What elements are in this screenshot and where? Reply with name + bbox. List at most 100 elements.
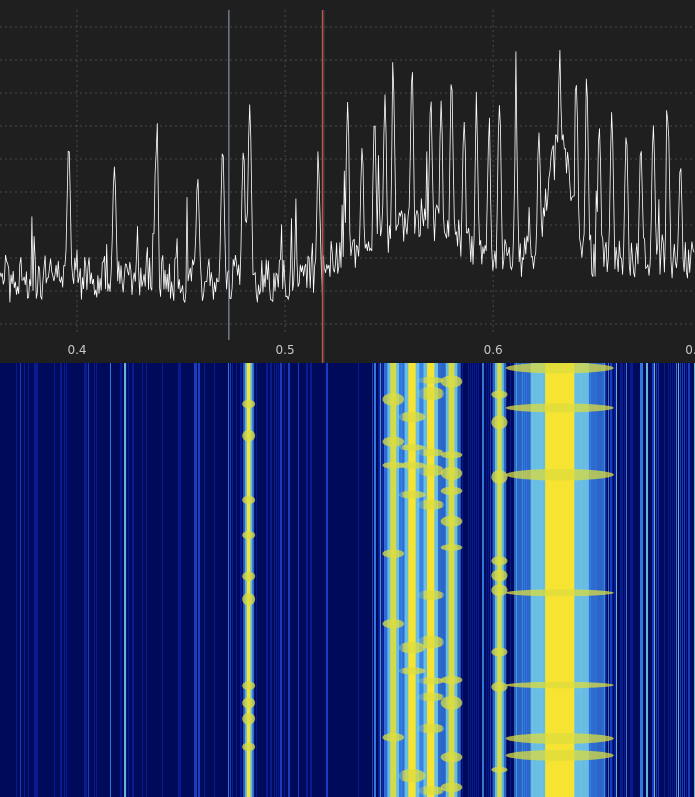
waterfall-line — [674, 363, 675, 797]
signal-blob — [242, 681, 256, 691]
waterfall-line — [142, 363, 143, 797]
signal-blob — [242, 531, 256, 540]
signal-blob — [505, 681, 614, 689]
waterfall-line — [614, 363, 616, 797]
waterfall-line — [682, 363, 683, 797]
waterfall-line — [180, 363, 181, 797]
waterfall-line — [652, 363, 654, 797]
waterfall-line — [178, 363, 180, 797]
waterfall-line — [28, 363, 29, 797]
waterfall-line — [462, 363, 463, 797]
waterfall-line — [688, 363, 690, 797]
signal-blob — [398, 667, 426, 675]
waterfall-line — [214, 363, 215, 797]
waterfall-line — [94, 363, 95, 797]
waterfall-line — [358, 363, 359, 797]
waterfall-line — [66, 363, 67, 797]
signal-blob — [242, 571, 256, 581]
waterfall-line — [620, 363, 622, 797]
waterfall-line — [230, 363, 231, 797]
waterfall-line — [306, 363, 308, 797]
tick-label: 0.4 — [67, 343, 87, 357]
waterfall-line — [110, 363, 111, 797]
signal-blob — [440, 451, 463, 459]
waterfall-line — [198, 363, 200, 797]
waterfall-line — [374, 363, 376, 797]
signal-blob — [491, 584, 508, 597]
waterfall-line — [194, 363, 196, 797]
waterfall-line — [606, 363, 607, 797]
signal-blob — [398, 411, 426, 423]
signal-blob — [382, 461, 405, 469]
waterfall-display[interactable] — [0, 363, 695, 797]
fft-spectrum-plot[interactable]: 0.4 0.5 0.6 0. — [0, 0, 695, 363]
waterfall-line — [608, 363, 609, 797]
waterfall-line — [326, 363, 328, 797]
waterfall-line — [204, 363, 205, 797]
waterfall-line — [280, 363, 282, 797]
signal-blob — [382, 436, 405, 447]
tick-label: 0.6 — [483, 343, 503, 357]
waterfall-line — [490, 363, 491, 797]
waterfall-line — [646, 363, 648, 797]
waterfall-line — [470, 363, 471, 797]
waterfall-line — [120, 363, 122, 797]
fft-plot-canvas[interactable] — [0, 0, 695, 363]
signal-blob — [440, 515, 463, 527]
signal-blob — [382, 392, 405, 406]
sdr-spectrum-window: 0.4 0.5 0.6 0. — [0, 0, 695, 797]
waterfall-line — [256, 363, 257, 797]
waterfall-line — [240, 363, 242, 797]
signal-core — [545, 363, 575, 797]
waterfall-line — [84, 363, 86, 797]
waterfall-line — [196, 363, 197, 797]
waterfall-line — [468, 363, 469, 797]
waterfall-line — [298, 363, 299, 797]
waterfall-line — [288, 363, 290, 797]
waterfall-line — [680, 363, 681, 797]
signal-blob — [398, 641, 426, 654]
tick-label: 0. — [685, 343, 695, 357]
tick-label: 0.5 — [275, 343, 295, 357]
waterfall-canvas[interactable] — [0, 363, 695, 797]
signal-blob — [491, 681, 508, 692]
waterfall-line — [64, 363, 65, 797]
waterfall-line — [616, 363, 617, 797]
waterfall-line — [278, 363, 279, 797]
waterfall-line — [488, 363, 489, 797]
waterfall-line — [128, 363, 129, 797]
signal-blob — [242, 399, 256, 409]
waterfall-line — [232, 363, 233, 797]
waterfall-line — [668, 363, 669, 797]
waterfall-line — [266, 363, 268, 797]
waterfall-line — [88, 363, 89, 797]
waterfall-line — [678, 363, 679, 797]
waterfall-line — [236, 363, 237, 797]
signal-blob — [440, 466, 463, 480]
waterfall-line — [16, 363, 17, 797]
waterfall-line — [36, 363, 38, 797]
waterfall-line — [676, 363, 677, 797]
signal-blob — [242, 697, 256, 709]
waterfall-line — [146, 363, 147, 797]
waterfall-line — [632, 363, 633, 797]
waterfall-line — [162, 363, 163, 797]
waterfall-line — [478, 363, 479, 797]
waterfall-line — [310, 363, 312, 797]
signal-blob — [505, 363, 614, 374]
signal-blob — [440, 375, 463, 388]
spectrum-trace — [0, 49, 695, 303]
waterfall-line — [96, 363, 97, 797]
waterfall-line — [664, 363, 665, 797]
signal-blob — [382, 619, 405, 629]
waterfall-line — [486, 363, 487, 797]
waterfall-line — [274, 363, 275, 797]
waterfall-line — [124, 363, 126, 797]
signal-blob — [440, 486, 463, 496]
signal-blob — [491, 766, 508, 773]
waterfall-line — [472, 363, 473, 797]
signal-blob — [505, 403, 614, 413]
signal-blob — [505, 589, 614, 597]
signal-blob — [242, 712, 256, 725]
signal-blob — [440, 544, 463, 551]
